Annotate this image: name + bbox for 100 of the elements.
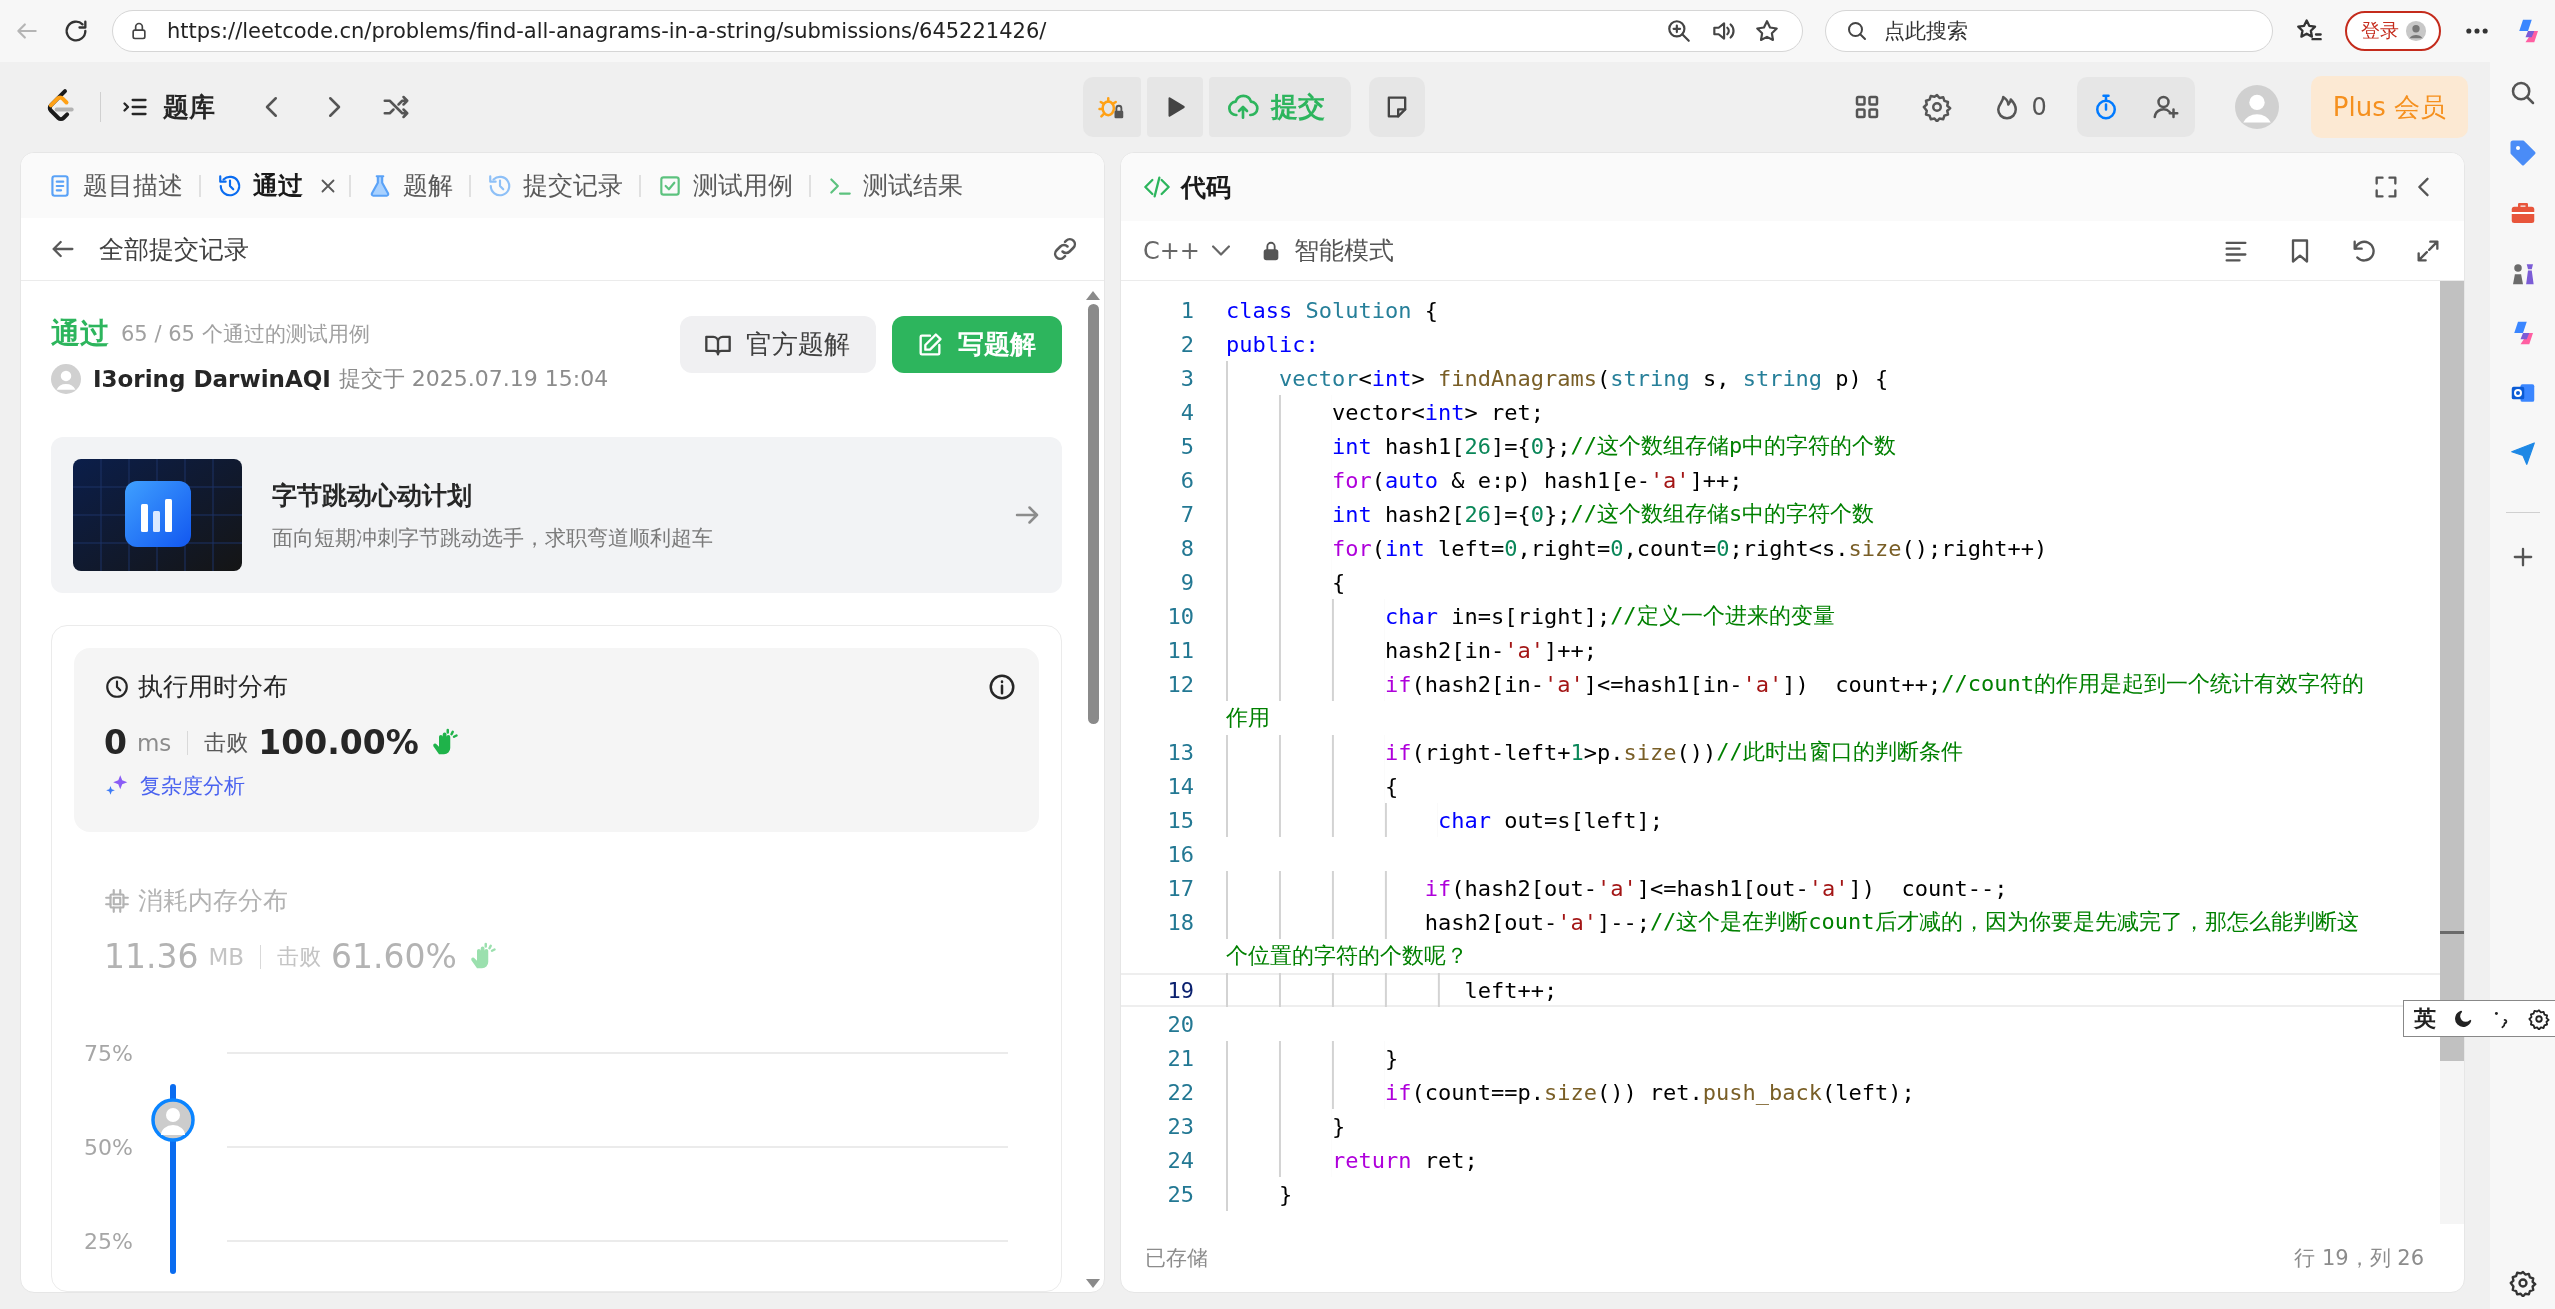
code-line[interactable]: for(int left=0,right=0,count=0;right<s.size();right++) [1226,531,2048,565]
streak-counter[interactable]: 0 [1991,92,2047,122]
avatar-icon [51,364,81,394]
scrollbar-thumb[interactable] [2440,281,2464,1061]
username[interactable]: I3oring DarwinAQI [93,366,331,392]
code-line[interactable]: vector<int> findAnagrams(string s, string p) { [1226,361,1889,395]
run-button[interactable] [1147,77,1203,137]
line-number: 3 [1180,365,1194,391]
line-number: 2 [1180,331,1194,357]
code-line[interactable]: for(auto & e:p) hash1[e-'a']++; [1226,463,1743,497]
settings-icon[interactable] [2528,1007,2550,1030]
code-line[interactable]: if(hash2[out-'a']<=hash1[out-'a']) count--; [1226,871,2008,905]
code-line[interactable]: hash2[in-'a']++; [1226,633,1597,667]
line-number: 25 [1167,1181,1194,1207]
line-number: 12 [1167,671,1194,697]
code-line[interactable]: char in=s[right];//定义一个进来的变量 [1226,599,1835,633]
beats-percent: 100.00% [258,723,419,762]
official-solution-button[interactable]: 官方题解 [680,316,876,373]
metric-title: 执行用时分布 [138,671,288,703]
line-number: 9 [1180,569,1194,595]
avatar-marker [151,1098,195,1142]
line-number: 7 [1180,501,1194,527]
note-button[interactable] [1369,77,1425,137]
code-line[interactable]: if(hash2[in-'a']<=hash1[in-'a']) count++;//count的作用是起到一个统计有效字符的 [1226,667,2365,701]
test-cases-text: 65 / 65 个通过的测试用例 [121,321,370,348]
metric-unit: ms [136,729,172,756]
code-line-wrap[interactable]: 作用 [1226,701,1270,735]
code-line-wrap[interactable]: 个位置的字符的个数呢？ [1226,939,1468,973]
complexity-analysis-link[interactable]: 复杂度分析 [140,772,245,800]
lock-icon [129,21,149,41]
line-number: 15 [1167,807,1194,833]
login-button[interactable]: 登录 [2345,11,2441,51]
chevron-down-icon [1212,245,1230,256]
code-line[interactable]: int hash1[26]={0};//这个数组存储p中的字符的个数 [1226,429,1897,463]
axis-label: 75% [84,1040,133,1066]
line-number: 20 [1167,1011,1194,1037]
line-number: 21 [1167,1045,1194,1071]
tab[interactable]: 题解 [355,153,465,218]
metric-panel[interactable]: 执行用时分布 0 ms 击败 100.00% 复杂度分析 [74,648,1039,832]
line-number: 22 [1167,1079,1194,1105]
metric-title: 消耗内存分布 [138,885,288,917]
smart-mode-toggle[interactable]: 智能模式 [1260,234,1394,267]
line-number: 24 [1167,1147,1194,1173]
line-number: 4 [1180,399,1194,425]
code-line[interactable]: public: [1226,327,1319,361]
all-submissions-link[interactable]: 全部提交记录 [99,232,249,266]
line-number: 16 [1167,841,1194,867]
axis-label: 25% [84,1228,133,1254]
beats-label: 击败 [204,728,249,757]
history-icon [217,172,243,199]
line-number: 5 [1180,433,1194,459]
avatar-icon [2405,20,2427,42]
search-icon [1845,19,1869,43]
promo-card[interactable]: 字节跳动心动计划 面向短期冲刺字节跳动选手，求职弯道顺利超车 [51,437,1062,593]
address-bar[interactable]: https://leetcode.cn/problems/find-all-anagrams-in-a-string/submissions/645221426/ [112,10,1803,52]
settings-icon[interactable] [1921,92,1952,122]
clock-icon [104,673,130,700]
line-number: 8 [1180,535,1194,561]
settings-icon[interactable] [2508,1269,2537,1297]
tab[interactable]: 通过 [205,153,315,218]
code-line[interactable]: if(right-left+1>p.size())//此时出窗口的判断条件 [1226,735,1963,769]
metric-value: 0 [104,723,127,762]
line-number: 14 [1167,773,1194,799]
code-line[interactable]: if(count==p.size()) ret.push_back(left); [1226,1075,1915,1109]
code-line[interactable]: char out=s[left]; [1226,803,1664,837]
language-select[interactable]: C++ [1143,236,1230,265]
line-number: 11 [1167,637,1194,663]
metric-value: 11.36 [104,937,199,976]
axis-label: 50% [84,1134,133,1160]
input-mode-toggle[interactable]: 英 [2414,1003,2436,1034]
panel-title: 代码 [1181,171,1231,204]
search-field[interactable]: 点此搜索 [1825,10,2273,52]
line-number: 6 [1180,467,1194,493]
line-number: 18 [1167,909,1194,935]
promo-subtitle: 面向短期冲刺字节跳动选手，求职弯道顺利超车 [272,524,713,552]
metric-unit: MB [208,943,245,970]
tab[interactable]: 提交记录 [475,153,635,218]
url-text: https://leetcode.cn/problems/find-all-anagrams-in-a-string/submissions/645221426/ [167,19,1047,43]
code-line[interactable]: hash2[out-'a']--;//这个是在判断count后才减的，因为你要是先减完了，那怎么能判断这 [1226,905,2359,939]
code-line[interactable]: vector<int> ret; [1226,395,1544,429]
scroll-down-arrow[interactable] [1086,1279,1100,1288]
code-line[interactable]: class Solution { [1226,293,1438,327]
debug-button[interactable] [1083,77,1141,137]
status-text: 通过 [51,315,109,352]
line-number: 19 [1167,977,1194,1003]
saved-status: 已存储 [1145,1245,1208,1272]
scrollbar-thumb[interactable] [1087,304,1099,724]
line-number: 13 [1167,739,1194,765]
favorite-star-icon[interactable] [1754,18,1780,44]
chip-icon [104,887,130,914]
code-line[interactable]: int hash2[26]={0};//这个数组存储s中的字符个数 [1226,497,1875,531]
beats-percent: 61.60% [331,937,457,976]
zoom-in-icon[interactable] [1666,18,1692,44]
code-line[interactable]: return ret; [1226,1143,1478,1177]
tab[interactable]: 测试结果 [815,153,975,218]
problem-bank-link[interactable]: 题库 [121,89,215,125]
line-number: 1 [1180,297,1194,323]
tab[interactable]: 测试用例 [645,153,805,218]
submission-time: 提交于 2025.07.19 15:04 [338,365,609,393]
tab[interactable]: 题目描述 [35,153,195,218]
